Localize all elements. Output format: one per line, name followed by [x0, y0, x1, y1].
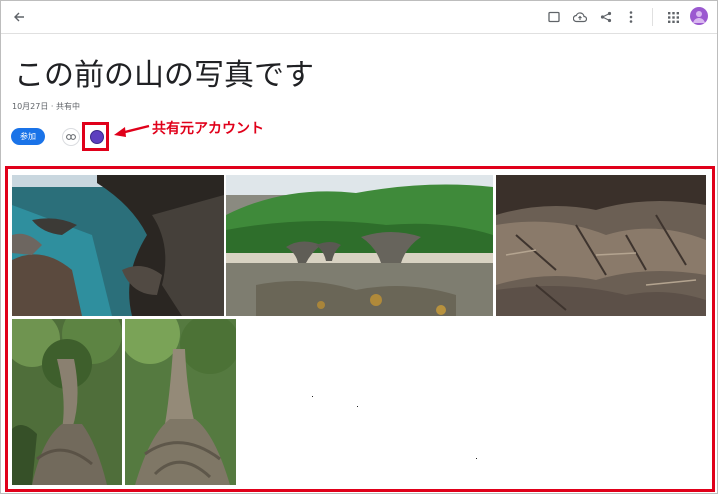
- link-icon[interactable]: [62, 128, 80, 146]
- share-icon[interactable]: [596, 7, 616, 27]
- apps-grid-icon[interactable]: [663, 7, 683, 27]
- more-vert-icon[interactable]: [621, 7, 641, 27]
- photo-item[interactable]: [496, 175, 706, 316]
- speck: [357, 406, 358, 407]
- photo-item[interactable]: [12, 319, 122, 485]
- photo-item[interactable]: [226, 175, 493, 316]
- top-toolbar: [1, 1, 717, 34]
- owner-highlight-box: [82, 122, 109, 151]
- photo-item[interactable]: [125, 319, 236, 485]
- speck: [476, 458, 477, 459]
- annotation-arrow-icon: [114, 124, 150, 137]
- owner-avatar[interactable]: [90, 130, 104, 144]
- speck: [312, 396, 313, 397]
- album-meta: 10月27日 · 共有中: [12, 102, 80, 111]
- cloud-upload-icon[interactable]: [570, 7, 590, 27]
- account-avatar[interactable]: [690, 7, 708, 25]
- join-button[interactable]: 参加: [11, 128, 45, 145]
- back-arrow-icon[interactable]: [9, 7, 29, 27]
- photo-item[interactable]: [12, 175, 224, 316]
- toolbar-divider: [652, 8, 653, 26]
- select-icon[interactable]: [544, 7, 564, 27]
- album-title: この前の山の写真です: [14, 58, 314, 93]
- annotation-label: 共有元アカウント: [152, 121, 264, 137]
